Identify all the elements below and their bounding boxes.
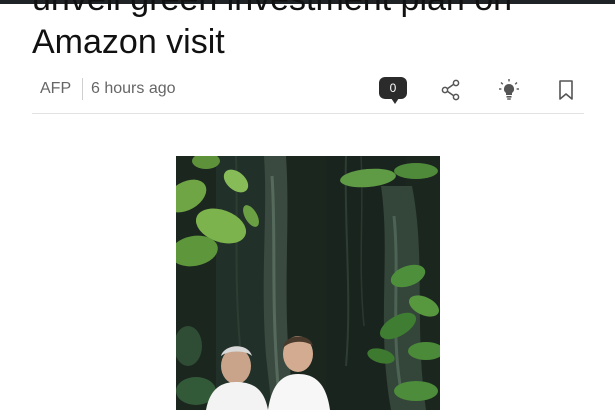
article-meta-row: AFP 6 hours ago 0 <box>32 72 582 110</box>
bookmark-icon[interactable] <box>554 78 578 102</box>
article-source[interactable]: AFP <box>40 80 71 98</box>
share-icon[interactable] <box>439 78 463 102</box>
comment-count: 0 <box>389 81 397 95</box>
article-timestamp: 6 hours ago <box>91 80 176 97</box>
meta-divider-line <box>32 113 584 114</box>
article-page: unveil green investment plan on Amazon v… <box>0 0 615 410</box>
comment-count-button[interactable]: 0 <box>379 77 407 104</box>
article-photo[interactable] <box>176 156 440 410</box>
meta-divider <box>82 78 83 100</box>
lightbulb-icon[interactable] <box>497 78 521 102</box>
rainforest-photo-illustration <box>176 156 440 410</box>
article-headline: unveil green investment plan on Amazon v… <box>32 0 512 61</box>
